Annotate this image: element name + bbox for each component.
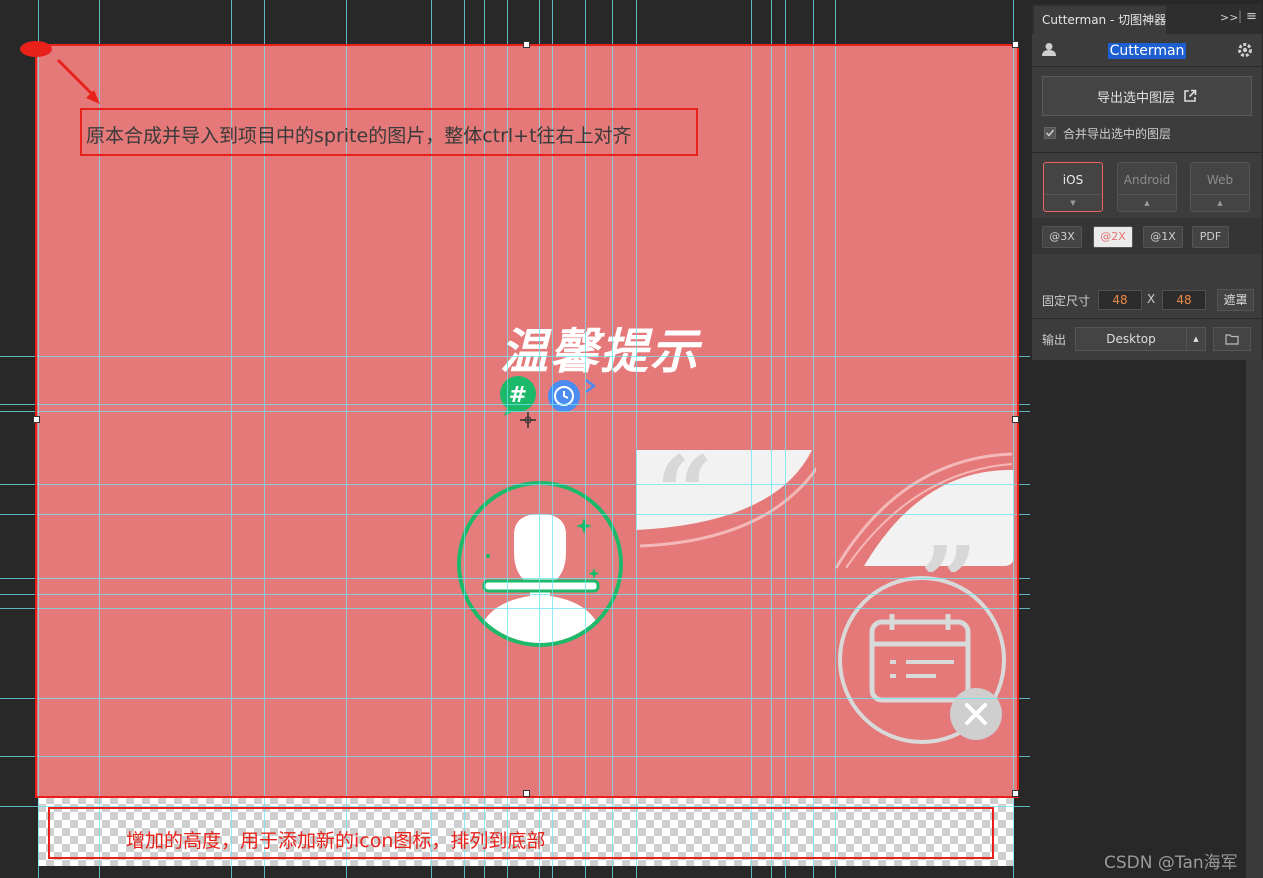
export-selected-layers-button[interactable]: 导出选中图层 (1042, 76, 1252, 116)
height-input[interactable]: 48 (1162, 290, 1206, 310)
resize-handle[interactable] (1012, 416, 1019, 423)
folder-button[interactable] (1213, 327, 1251, 351)
username-wrap: Cutterman (1032, 40, 1262, 59)
resize-handle[interactable] (1012, 790, 1019, 797)
platform-ios-button[interactable]: iOS ▼ (1043, 162, 1103, 212)
gear-icon[interactable] (1237, 42, 1253, 58)
canvas-scrollbar[interactable] (1246, 360, 1263, 878)
scale-3x-button[interactable]: @3X (1042, 226, 1082, 248)
resize-handle[interactable] (523, 790, 530, 797)
scale-1x-button[interactable]: @1X (1143, 226, 1183, 248)
merge-layers-label: 合并导出选中的图层 (1063, 127, 1172, 141)
platform-web-button[interactable]: Web ▲ (1190, 162, 1250, 212)
fixed-size-label: 固定尺寸 (1042, 294, 1091, 308)
separator (1032, 152, 1262, 153)
panel-tab[interactable]: Cutterman - 切图神器 (1034, 6, 1166, 34)
external-link-icon (1184, 89, 1197, 102)
separator (1032, 66, 1262, 67)
resize-handle[interactable] (1012, 41, 1019, 48)
platform-label: iOS (1062, 173, 1084, 187)
annotation-text-bottom: 增加的高度，用于添加新的icon图标，排列到底部 (126, 830, 546, 852)
output-dropdown-arrow-icon[interactable]: ▲ (1186, 327, 1206, 351)
collapse-panel-icon[interactable]: >> (1220, 11, 1238, 24)
dropdown-arrow-icon: ▲ (1118, 194, 1176, 211)
check-icon (1045, 129, 1055, 137)
dropdown-arrow-icon: ▲ (1191, 194, 1249, 211)
username[interactable]: Cutterman (1107, 43, 1187, 59)
platform-label: Android (1123, 173, 1171, 187)
merge-layers-checkbox[interactable] (1044, 127, 1056, 139)
annotation-arrow-icon (20, 41, 100, 104)
platform-label: Web (1206, 173, 1234, 187)
mask-button[interactable]: 遮罩 (1217, 289, 1254, 311)
x-separator: X (1147, 292, 1156, 306)
watermark: CSDN @Tan海军 (1104, 853, 1238, 873)
resize-handle[interactable] (33, 416, 40, 423)
cutterman-panel: Cutterman - 切图神器 >> | ≡ Cutterman 导出选中图层… (1032, 4, 1262, 360)
scale-pdf-button[interactable]: PDF (1192, 226, 1229, 248)
annotation-text-top: 原本合成并导入到项目中的sprite的图片，整体ctrl+t往右上对齐 (86, 125, 632, 147)
output-label: 输出 (1042, 333, 1067, 347)
width-input[interactable]: 48 (1098, 290, 1142, 310)
panel-divider: | (1238, 9, 1243, 23)
separator (1032, 318, 1262, 319)
folder-icon (1225, 334, 1239, 345)
platform-android-button[interactable]: Android ▲ (1117, 162, 1177, 212)
resize-handle[interactable] (523, 41, 530, 48)
crosshair-cursor-icon (520, 412, 536, 428)
panel-tabbar: Cutterman - 切图神器 >> | ≡ (1032, 4, 1262, 34)
dropdown-arrow-icon: ▼ (1044, 194, 1102, 211)
output-select[interactable]: Desktop (1075, 327, 1187, 351)
export-button-label: 导出选中图层 (1096, 90, 1175, 106)
panel-menu-icon[interactable]: ≡ (1246, 9, 1257, 24)
scale-2x-button[interactable]: @2X (1093, 226, 1133, 248)
